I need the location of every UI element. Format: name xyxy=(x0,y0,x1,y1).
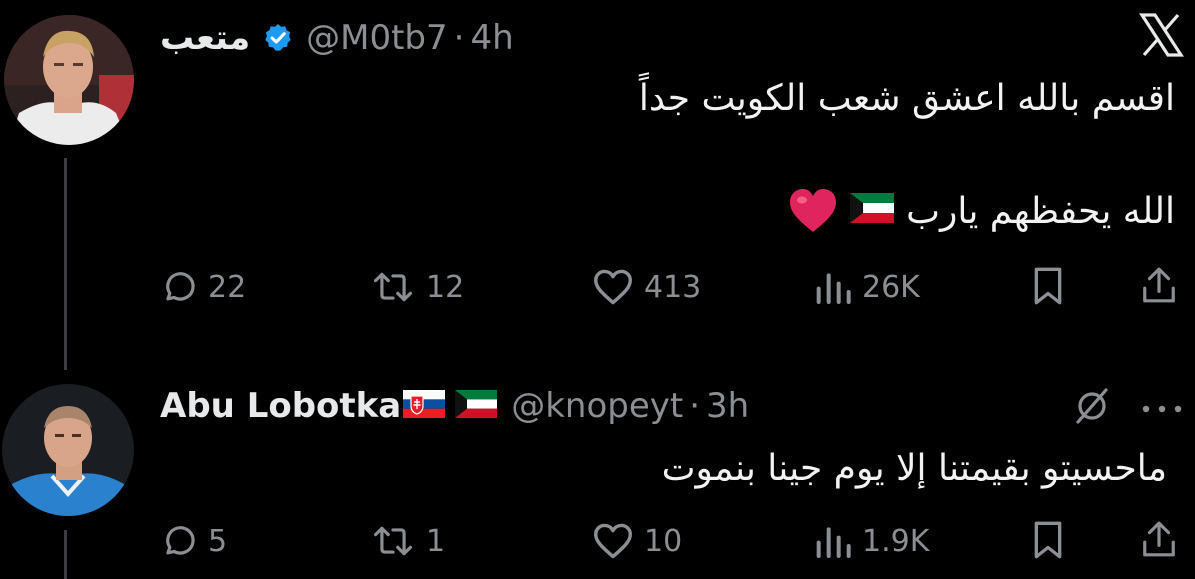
thread-line xyxy=(64,158,67,370)
reply-icon xyxy=(166,272,195,301)
bookmark-icon xyxy=(1034,267,1062,305)
retweet-button[interactable]: 1 xyxy=(370,522,445,560)
tweet-text-line: اقسم بالله اعشق شعب الكويت جداً xyxy=(638,78,1175,119)
separator-dot: · xyxy=(689,386,701,426)
like-count: 413 xyxy=(644,269,702,305)
slovakia-flag-icon xyxy=(403,390,446,422)
retweet-count: 1 xyxy=(426,523,446,559)
thread-line xyxy=(64,530,67,579)
share-icon xyxy=(1143,521,1175,557)
kuwait-flag-icon xyxy=(455,390,498,422)
verified-badge-icon xyxy=(262,22,294,54)
retweet-count: 12 xyxy=(426,269,465,305)
like-button[interactable]: 10 xyxy=(592,522,682,560)
tweet-header: Abu Lobotka @knopeyt · 3h xyxy=(160,382,749,430)
retweet-icon xyxy=(374,526,412,556)
reply-button[interactable]: 5 xyxy=(160,522,227,560)
timestamp[interactable]: 3h xyxy=(706,386,749,426)
reply-count: 22 xyxy=(208,269,247,305)
heart-icon xyxy=(594,523,632,559)
reply-button[interactable]: 22 xyxy=(160,268,246,306)
kuwait-flag-icon xyxy=(850,191,895,232)
reply-count: 5 xyxy=(208,523,228,559)
view-count: 1.9K xyxy=(862,523,930,559)
like-count: 10 xyxy=(644,523,683,559)
views-button[interactable]: 26K xyxy=(812,268,920,306)
grok-icon[interactable] xyxy=(1072,386,1112,430)
avatar[interactable] xyxy=(4,15,134,145)
separator-dot: · xyxy=(453,18,465,58)
avatar[interactable] xyxy=(2,384,134,516)
bookmark-button[interactable] xyxy=(1030,266,1066,310)
view-count: 26K xyxy=(862,269,920,305)
user-handle[interactable]: @knopeyt xyxy=(511,386,683,426)
tweet[interactable]: متعب @M0tb7 · 4h اقسم بالله اعشق شعب الك… xyxy=(0,0,1195,370)
heart-emoji-icon xyxy=(788,188,838,234)
share-button[interactable] xyxy=(1140,518,1178,564)
bookmark-icon xyxy=(1034,521,1062,559)
bookmark-button[interactable] xyxy=(1030,520,1066,564)
heart-icon xyxy=(594,269,632,305)
tweet[interactable]: Abu Lobotka @knopeyt · 3h ماحسيتو بقيمتن… xyxy=(0,370,1195,579)
share-icon xyxy=(1143,267,1175,303)
retweet-button[interactable]: 12 xyxy=(370,268,464,306)
tweet-text-segment: الله يحفظهم يارب xyxy=(906,190,1175,232)
user-handle[interactable]: @M0tb7 xyxy=(306,18,448,58)
views-icon xyxy=(816,273,851,304)
display-name[interactable]: متعب xyxy=(160,18,250,58)
share-button[interactable] xyxy=(1140,264,1178,310)
views-icon xyxy=(816,527,851,558)
reply-icon xyxy=(166,526,195,555)
retweet-icon xyxy=(374,272,412,302)
views-button[interactable]: 1.9K xyxy=(812,522,929,560)
more-options-icon[interactable] xyxy=(1140,400,1184,419)
display-name[interactable]: Abu Lobotka xyxy=(160,386,401,426)
timestamp[interactable]: 4h xyxy=(470,18,513,58)
tweet-header: متعب @M0tb7 · 4h xyxy=(160,14,514,62)
tweet-text-line: الله يحفظهم يارب xyxy=(788,188,1175,234)
like-button[interactable]: 413 xyxy=(592,268,701,306)
tweet-text-line: ماحسيتو بقيمتنا إلا يوم جينا بنموت xyxy=(661,448,1167,489)
